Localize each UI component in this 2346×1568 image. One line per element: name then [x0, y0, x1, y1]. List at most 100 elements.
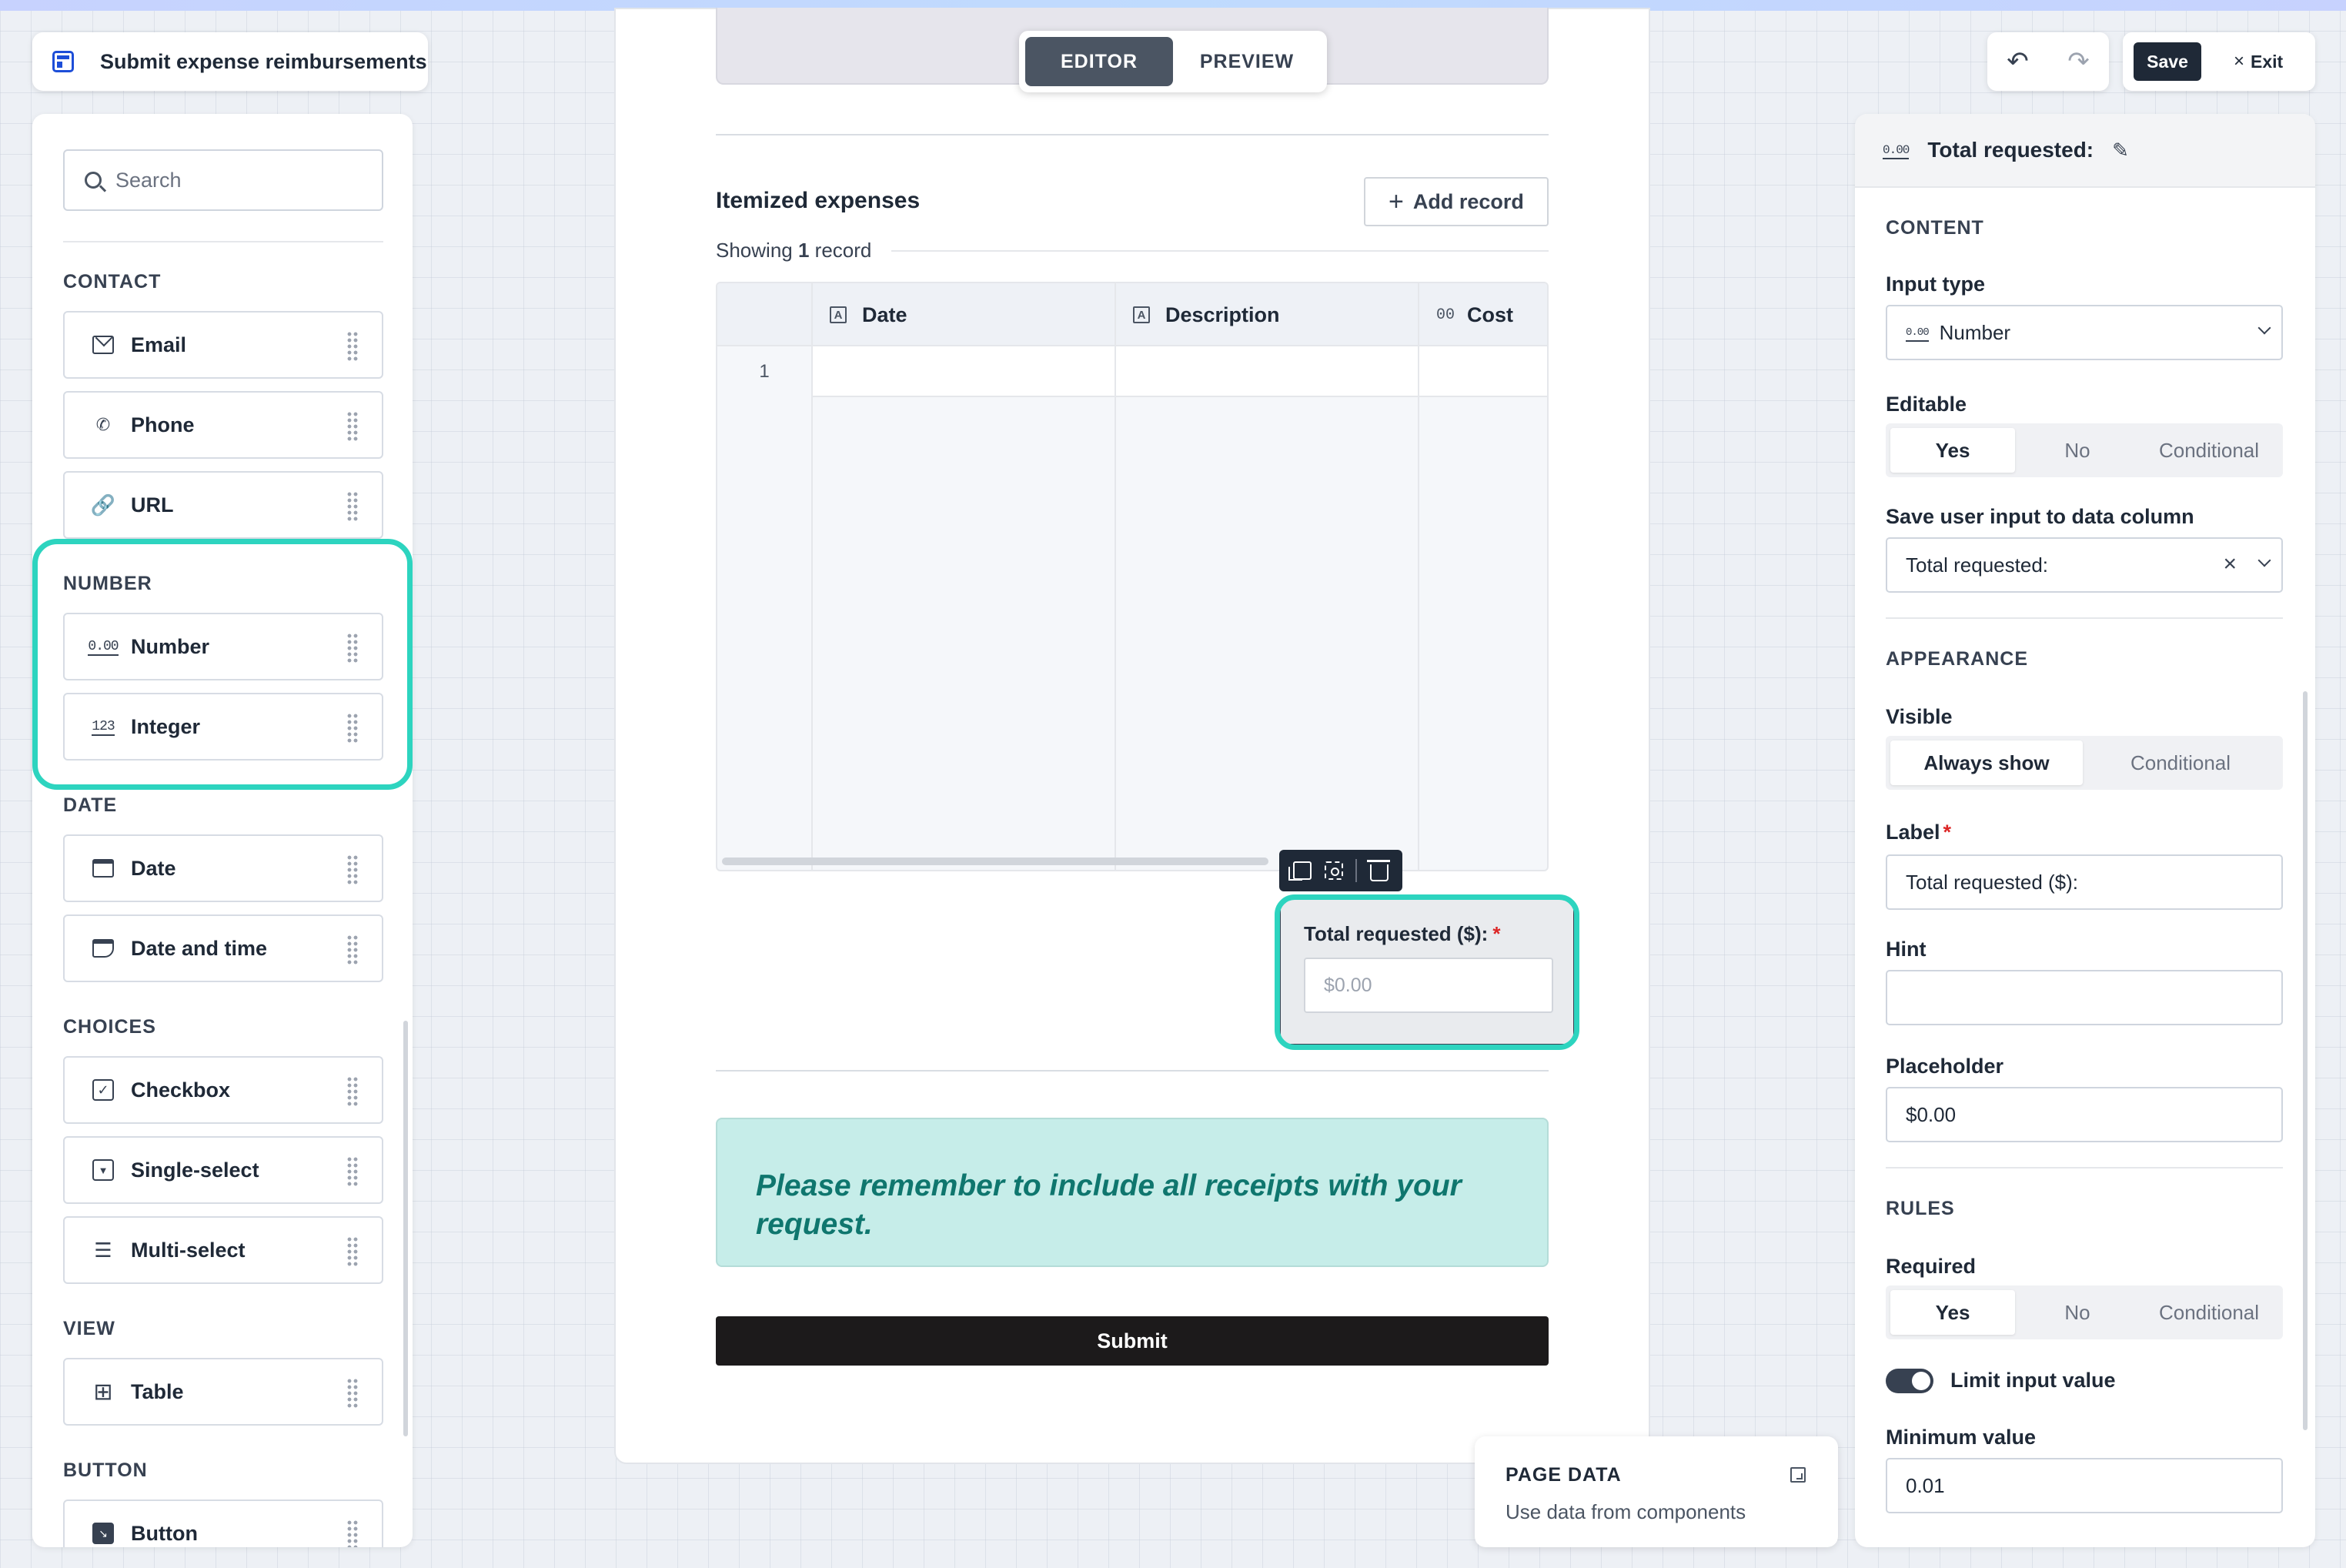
input-type-label: Input type [1886, 272, 1985, 296]
component-checkbox[interactable]: ✓ Checkbox [63, 1056, 383, 1124]
column-divider [1418, 283, 1419, 870]
editable-option-no[interactable]: No [2015, 428, 2140, 473]
column-header-date[interactable]: A Date [830, 283, 907, 346]
minimum-value-input[interactable] [1886, 1458, 2283, 1513]
component-label: Email [131, 333, 187, 356]
drag-handle-icon[interactable] [346, 713, 359, 744]
save-button[interactable]: Save [2134, 42, 2201, 81]
integer-icon: 123 [92, 719, 115, 736]
required-option-no[interactable]: No [2015, 1290, 2140, 1335]
drag-handle-icon[interactable] [346, 1378, 359, 1409]
sidebar-scrollbar[interactable] [403, 1021, 408, 1436]
placeholder-text-input[interactable] [1906, 1102, 2260, 1127]
undo-icon[interactable]: ↶ [2007, 46, 2029, 77]
label-field-label-text: Label [1886, 821, 1940, 844]
duplicate-icon[interactable] [1288, 861, 1312, 881]
appearance-heading: APPEARANCE [1886, 648, 2029, 670]
component-phone[interactable]: ✆ Phone [63, 391, 383, 459]
total-requested-input[interactable] [1304, 958, 1553, 1013]
drag-handle-icon[interactable] [346, 331, 359, 362]
drag-handle-icon[interactable] [346, 411, 359, 442]
limit-input-toggle[interactable] [1886, 1369, 1933, 1393]
visible-option-conditional[interactable]: Conditional [2083, 741, 2278, 785]
column-header-description[interactable]: A Description [1133, 283, 1280, 346]
itemized-expenses-table[interactable]: 1 A Date A Description 00 Cost [716, 282, 1549, 871]
component-integer[interactable]: 123 Integer [63, 693, 383, 761]
component-search[interactable] [63, 149, 383, 211]
tab-editor[interactable]: EDITOR [1025, 37, 1173, 86]
component-button[interactable]: ↘ Button [63, 1499, 383, 1547]
submit-button[interactable]: Submit [716, 1316, 1549, 1366]
required-segmented-control: Yes No Conditional [1886, 1285, 2283, 1339]
editable-option-conditional[interactable]: Conditional [2140, 428, 2278, 473]
required-option-yes[interactable]: Yes [1890, 1290, 2015, 1335]
input-type-select[interactable]: 0.00 Number [1886, 305, 2283, 360]
drag-handle-icon[interactable] [346, 1236, 359, 1267]
total-requested-component[interactable]: Total requested ($): * [1279, 898, 1575, 1045]
plus-icon: + [1389, 187, 1404, 216]
component-email[interactable]: Email [63, 311, 383, 379]
redo-icon[interactable]: ↷ [2067, 46, 2090, 77]
component-toolbar [1279, 850, 1402, 891]
record-count-value: 1 [797, 239, 810, 262]
drag-handle-icon[interactable] [346, 854, 359, 885]
decimal-number-icon: 0.00 [1883, 141, 1910, 159]
trash-icon[interactable] [1366, 860, 1390, 881]
column-header-cost[interactable]: 00 Cost [1436, 283, 1513, 346]
minimum-value-text-input[interactable] [1906, 1473, 2260, 1498]
component-single-select[interactable]: ▼ Single-select [63, 1136, 383, 1204]
drag-handle-icon[interactable] [346, 1156, 359, 1187]
drag-handle-icon[interactable] [346, 934, 359, 965]
drag-handle-icon[interactable] [346, 1076, 359, 1107]
page-data-subtitle: Use data from components [1506, 1500, 1746, 1523]
pencil-icon[interactable]: ✎ [2112, 139, 2129, 162]
column-divider [811, 283, 813, 870]
save-column-select[interactable]: Total requested: × [1886, 537, 2283, 593]
clear-icon[interactable]: × [2223, 551, 2237, 577]
page-data-panel[interactable]: PAGE DATA Use data from components [1475, 1436, 1838, 1547]
divider [716, 134, 1549, 135]
required-option-conditional[interactable]: Conditional [2140, 1290, 2278, 1335]
label-text-input[interactable] [1906, 870, 2260, 894]
component-url[interactable]: 🔗 URL [63, 471, 383, 539]
component-table[interactable]: ⊞ Table [63, 1358, 383, 1426]
component-label: Button [131, 1521, 198, 1545]
expand-panel-icon[interactable] [1790, 1467, 1806, 1483]
column-header-label: Description [1165, 303, 1280, 326]
search-input[interactable] [115, 168, 346, 192]
visible-label: Visible [1886, 705, 1953, 728]
table-horizontal-scrollbar[interactable] [722, 858, 1268, 865]
editable-segmented-control: Yes No Conditional [1886, 423, 2283, 477]
editable-option-yes[interactable]: Yes [1890, 428, 2015, 473]
component-label: Table [131, 1379, 184, 1403]
record-count-suffix: record [814, 239, 872, 262]
visible-option-always-show[interactable]: Always show [1890, 741, 2083, 785]
component-multi-select[interactable]: ☰ Multi-select [63, 1216, 383, 1284]
table-row[interactable] [717, 346, 1547, 397]
drag-handle-icon[interactable] [346, 633, 359, 664]
component-date-and-time[interactable]: Date and time [63, 914, 383, 982]
drag-handle-icon[interactable] [346, 491, 359, 522]
hint-text-input[interactable] [1906, 985, 2260, 1010]
divider [63, 241, 383, 242]
calendar-icon [91, 857, 115, 880]
editable-label: Editable [1886, 393, 1967, 416]
placeholder-input[interactable] [1886, 1087, 2283, 1142]
row-number: 1 [717, 346, 811, 397]
app-title: Submit expense reimbursements [100, 49, 427, 73]
placeholder-label: Placeholder [1886, 1055, 2004, 1078]
drag-handle-icon[interactable] [346, 1520, 359, 1547]
tab-preview[interactable]: PREVIEW [1173, 37, 1321, 86]
label-input[interactable] [1886, 854, 2283, 910]
divider [1886, 1167, 2283, 1168]
properties-scrollbar[interactable] [2303, 691, 2308, 1430]
exit-button[interactable]: × Exit [2234, 51, 2283, 72]
select-parent-icon[interactable] [1324, 861, 1343, 880]
hint-input[interactable] [1886, 970, 2283, 1025]
component-number[interactable]: 0.00 Number [63, 613, 383, 680]
properties-title: Total requested: [1927, 138, 2094, 162]
text-field-icon: A [830, 306, 847, 323]
component-date[interactable]: Date [63, 834, 383, 902]
add-record-button[interactable]: + Add record [1364, 177, 1549, 226]
app-window-icon [52, 51, 74, 72]
